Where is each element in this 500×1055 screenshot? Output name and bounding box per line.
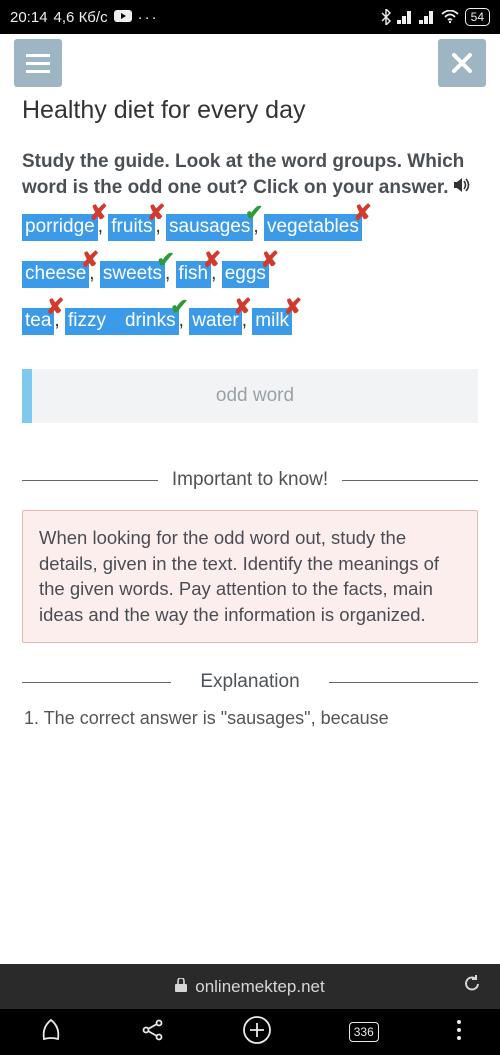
reload-button[interactable] xyxy=(462,974,482,999)
odd-word-placeholder: odd word xyxy=(216,385,294,407)
close-button[interactable] xyxy=(438,39,486,87)
word-groups: porridge✘, fruits✘, sausages✔, vegetable… xyxy=(22,214,478,334)
home-icon xyxy=(38,1017,64,1043)
word-option[interactable]: fruits xyxy=(108,214,155,241)
word-option[interactable]: fish xyxy=(176,261,212,288)
speaker-icon xyxy=(454,177,472,193)
app-webview: Healthy diet for every day Study the gui… xyxy=(0,34,500,964)
more-button[interactable] xyxy=(456,1019,462,1046)
word-option[interactable]: fizzy drinks xyxy=(65,308,179,335)
word-option[interactable]: water xyxy=(189,308,241,335)
explanation-preview: 1. The correct answer is "sausages", bec… xyxy=(22,708,478,730)
word-option[interactable]: sausages xyxy=(166,214,253,241)
word-option[interactable]: eggs xyxy=(222,261,269,288)
divider-line xyxy=(329,682,478,683)
divider-line xyxy=(22,682,171,683)
page-title: Healthy diet for every day xyxy=(22,96,478,125)
signal-1-icon xyxy=(397,10,413,24)
android-statusbar: 20:14 4,6 Кб/с ··· 54 xyxy=(0,0,500,34)
share-button[interactable] xyxy=(141,1018,165,1047)
more-vert-icon xyxy=(456,1019,462,1041)
word-row: cheese✘, sweets✔, fish✘, eggs✘ xyxy=(22,261,478,288)
status-speed: 4,6 Кб/с xyxy=(54,9,108,26)
important-info-box: When looking for the odd word out, study… xyxy=(22,510,478,644)
important-heading: Important to know! xyxy=(172,469,328,492)
lock-icon xyxy=(175,977,187,997)
word-option[interactable]: vegetables xyxy=(264,214,362,241)
youtube-icon xyxy=(114,9,132,26)
url-text: onlinemektep.net xyxy=(195,977,324,997)
word-option[interactable]: tea xyxy=(22,308,54,335)
hamburger-icon xyxy=(26,54,50,73)
signal-2-icon xyxy=(419,10,435,24)
tabs-button[interactable]: 336 xyxy=(349,1022,379,1042)
word-row: porridge✘, fruits✘, sausages✔, vegetable… xyxy=(22,214,478,241)
status-time: 20:14 xyxy=(10,9,48,26)
browser-url-bar[interactable]: onlinemektep.net xyxy=(0,964,500,1009)
more-notifications-icon: ··· xyxy=(138,9,159,26)
task-instructions: Study the guide. Look at the word groups… xyxy=(22,149,478,200)
battery-icon: 54 xyxy=(465,8,490,26)
word-row: tea✘, fizzy drinks✔, water✘, milk✘ xyxy=(22,308,478,335)
explanation-heading: Explanation xyxy=(185,671,315,694)
divider-line xyxy=(342,480,478,481)
audio-button[interactable] xyxy=(454,175,472,201)
reload-icon xyxy=(462,974,482,994)
word-option[interactable]: porridge xyxy=(22,214,98,241)
share-icon xyxy=(141,1018,165,1042)
word-option[interactable]: cheese xyxy=(22,261,89,288)
menu-button[interactable] xyxy=(14,39,62,87)
plus-circle-icon xyxy=(242,1015,272,1045)
browser-bottom-nav: 336 xyxy=(0,1009,500,1055)
bluetooth-icon xyxy=(381,9,391,25)
word-option[interactable]: milk xyxy=(252,308,292,335)
wifi-icon xyxy=(441,10,459,24)
word-option[interactable]: sweets xyxy=(100,261,165,288)
close-icon xyxy=(451,52,473,74)
odd-word-input[interactable]: odd word xyxy=(22,369,478,423)
home-button[interactable] xyxy=(38,1017,64,1048)
new-tab-button[interactable] xyxy=(242,1015,272,1050)
divider-line xyxy=(22,480,158,481)
